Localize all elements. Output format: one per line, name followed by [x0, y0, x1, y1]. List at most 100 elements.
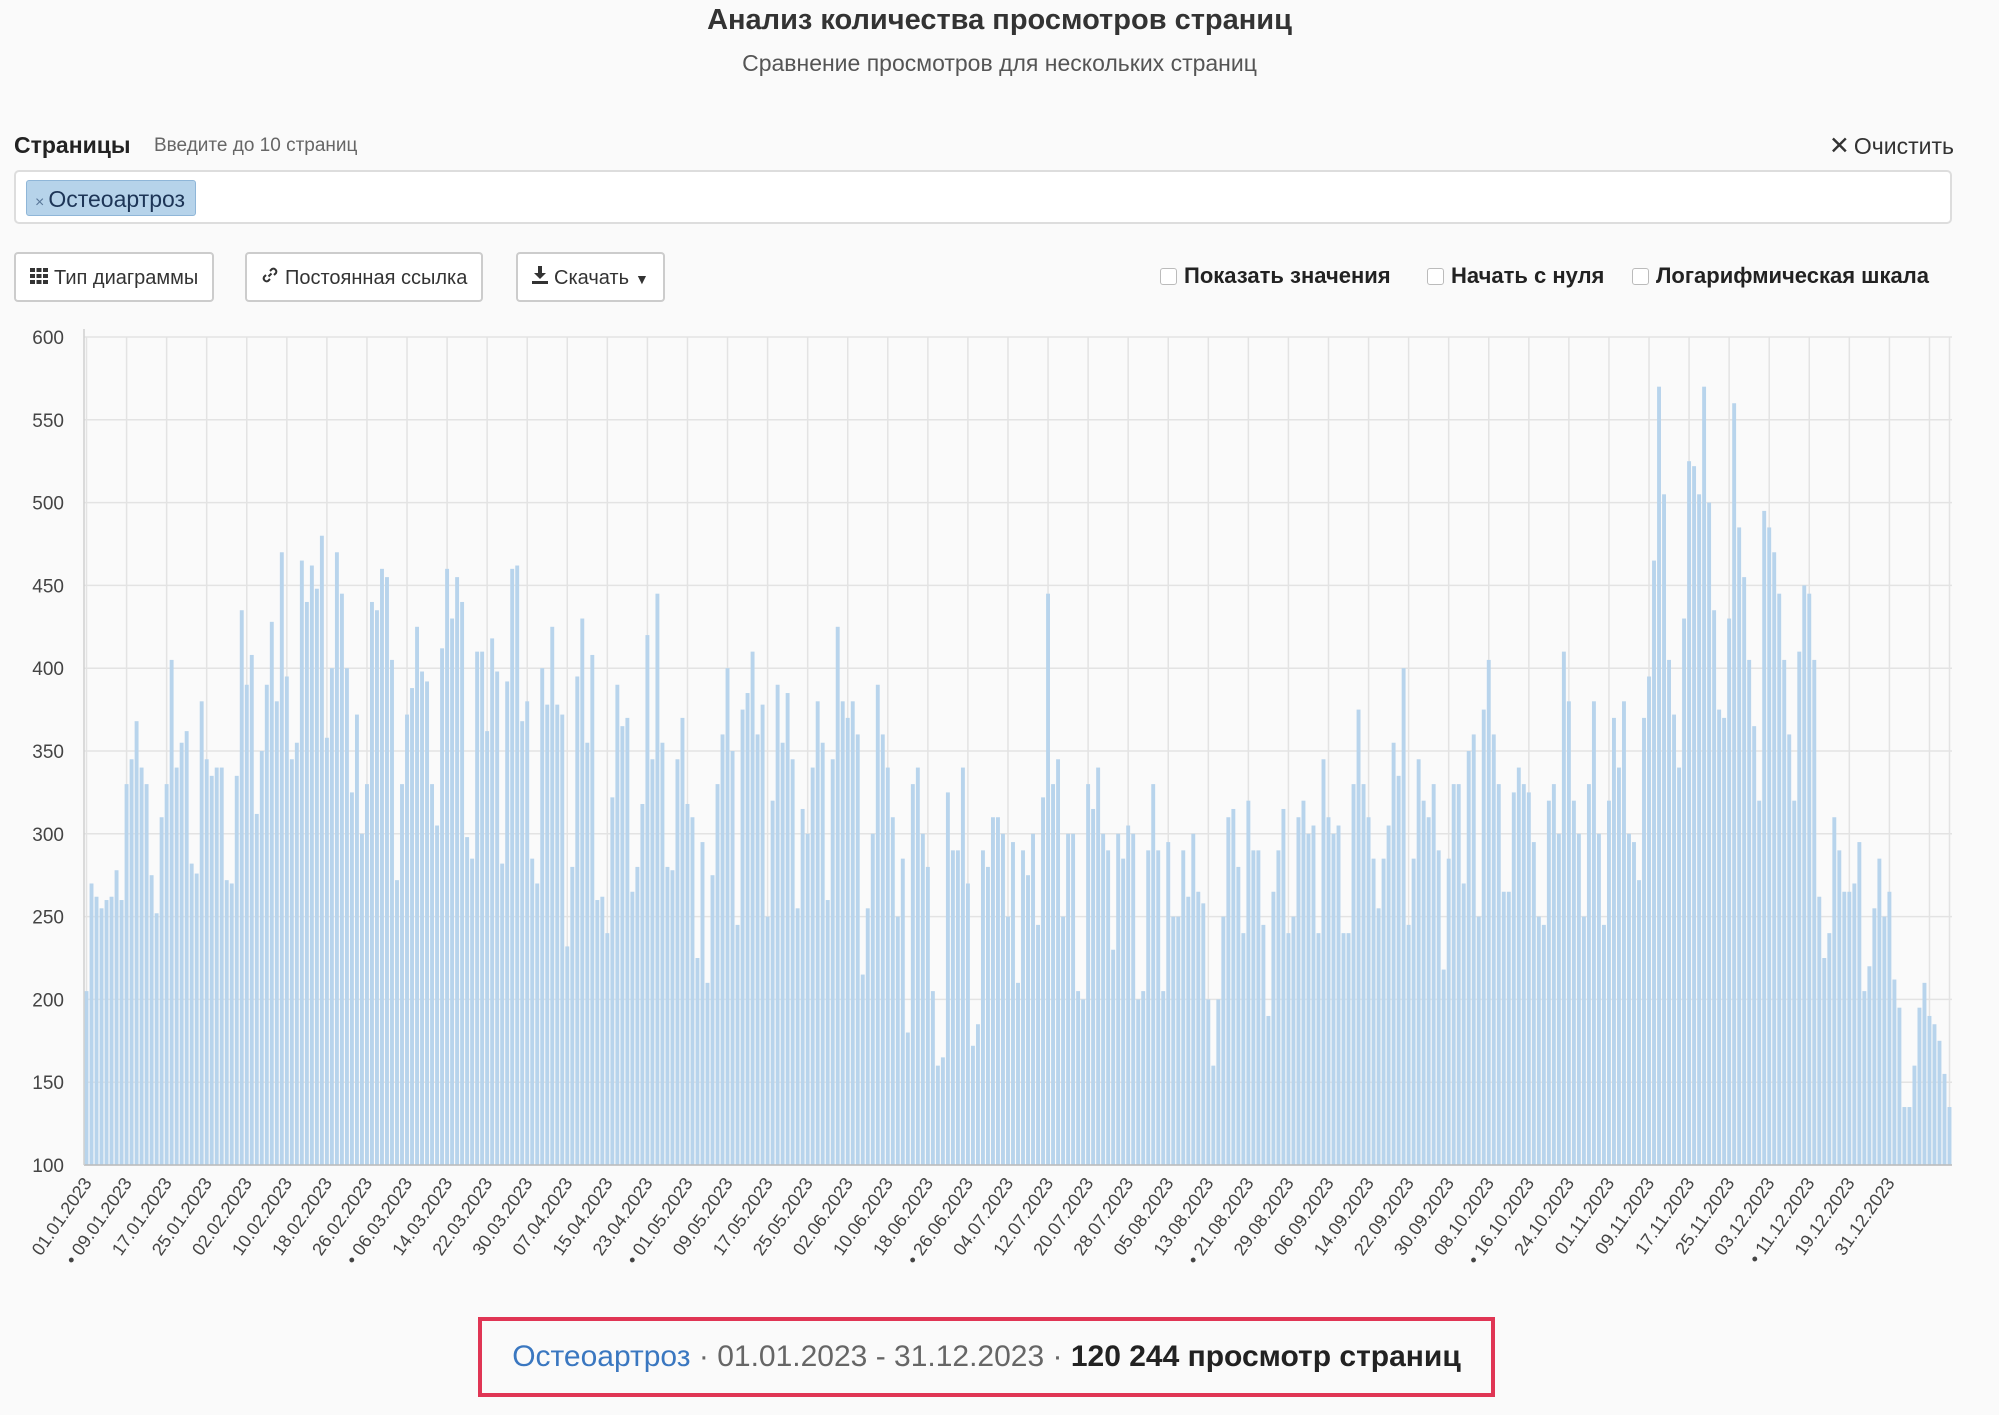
chart-bar	[1306, 833, 1311, 1165]
log-scale-checkbox[interactable]: Логарифмическая шкала	[1632, 263, 1929, 289]
chart-bar	[1506, 891, 1511, 1165]
chart-bar	[1637, 880, 1641, 1165]
chart-bar	[1161, 991, 1166, 1165]
chart-bar	[480, 651, 485, 1165]
chart-bar	[1046, 593, 1051, 1165]
chart-bar	[1827, 933, 1832, 1165]
chart-bar	[955, 850, 960, 1165]
chart-bar	[1086, 784, 1091, 1165]
pages-input[interactable]: × Остеоартроз	[14, 170, 1952, 224]
chart-bar	[1206, 999, 1211, 1165]
chart-bar	[445, 568, 450, 1165]
chart-bar	[420, 671, 424, 1165]
chart-bar	[1401, 668, 1406, 1165]
chart-bar	[730, 751, 735, 1165]
chart-bar	[219, 767, 224, 1165]
chart-bar	[715, 784, 720, 1165]
summary-page-link[interactable]: Остеоартроз	[512, 1340, 690, 1373]
chart-bar	[705, 982, 710, 1165]
remove-tag-icon[interactable]: ×	[35, 194, 44, 211]
chart-bar	[1361, 784, 1366, 1165]
chart-bar	[1356, 709, 1361, 1165]
chart-bar	[1742, 577, 1747, 1165]
chart-bar	[274, 701, 279, 1165]
link-icon	[261, 267, 279, 289]
chart-bar	[284, 676, 289, 1165]
chart-bar	[1887, 891, 1892, 1165]
summary-range: · 01.01.2023 - 31.12.2023 ·	[690, 1340, 1071, 1373]
chart-bar	[1141, 991, 1146, 1165]
chart-bar	[1536, 916, 1541, 1165]
chart-bar	[1632, 842, 1636, 1165]
chart-bar	[1271, 891, 1276, 1165]
chart-bar	[505, 681, 510, 1165]
chart-bar	[1036, 924, 1040, 1165]
chart-bar	[179, 742, 184, 1165]
chart-bar	[119, 900, 124, 1165]
chart-bar	[880, 734, 885, 1165]
chart-bar	[1657, 386, 1661, 1165]
chart-bar	[1852, 883, 1857, 1165]
chart-bar	[580, 618, 585, 1165]
chart-bar	[1797, 651, 1802, 1165]
chart-bar	[1702, 386, 1707, 1165]
chart-bar	[1947, 1107, 1952, 1165]
download-button[interactable]: Скачать ▼	[516, 252, 665, 302]
chart-bar	[319, 535, 324, 1165]
chart-bar	[700, 842, 705, 1165]
chart-bar	[1146, 850, 1151, 1165]
chart-bar	[525, 701, 530, 1165]
chart-bar	[1747, 659, 1752, 1165]
chart-bar	[144, 784, 149, 1165]
chart-bar	[199, 701, 204, 1165]
chart-bar	[925, 866, 930, 1165]
download-label: Скачать	[554, 267, 629, 289]
chart-bar	[1326, 817, 1331, 1165]
chart-bar	[495, 671, 500, 1165]
chart-bar	[1872, 908, 1877, 1165]
chart-bar	[1877, 858, 1882, 1165]
pages-hint: Введите до 10 страниц	[154, 135, 358, 156]
chart-bar	[1601, 924, 1606, 1165]
show-values-checkbox[interactable]: Показать значения	[1160, 263, 1391, 289]
checkbox-box[interactable]	[1427, 268, 1444, 285]
chart-bar	[139, 767, 144, 1165]
page-tag[interactable]: × Остеоартроз	[26, 180, 197, 216]
chart-bar	[635, 866, 640, 1165]
chart-bar	[1717, 709, 1722, 1165]
chart-bar	[690, 817, 695, 1165]
y-tick-label: 500	[32, 494, 64, 515]
chart-type-button[interactable]: Тип диаграммы	[14, 252, 215, 302]
chart-bar	[1652, 560, 1656, 1165]
chart-bar	[565, 946, 570, 1165]
chart-bar	[850, 701, 855, 1165]
chart-bar	[164, 784, 169, 1165]
chart-bar	[1231, 808, 1236, 1165]
chart-bar	[1251, 850, 1256, 1165]
chart-bar	[1341, 933, 1346, 1165]
chart-bar	[234, 775, 239, 1165]
chart-bar	[1391, 742, 1396, 1165]
checkbox-box[interactable]	[1632, 268, 1649, 285]
chart-bar	[935, 1065, 940, 1165]
chart-bar	[745, 693, 750, 1165]
chart-bar	[1151, 784, 1156, 1165]
chart-bar	[1091, 808, 1096, 1165]
chart-bar	[1662, 494, 1666, 1165]
page-tag-label: Остеоартроз	[48, 186, 186, 212]
chart-bar	[895, 916, 900, 1165]
chart-bar	[1782, 659, 1787, 1165]
checkbox-box[interactable]	[1160, 268, 1177, 285]
chart-bar	[1331, 833, 1336, 1165]
permalink-button[interactable]: Постоянная ссылка	[245, 252, 484, 302]
clear-button[interactable]: ✕ Очистить	[1829, 131, 1954, 161]
start-from-zero-checkbox[interactable]: Начать с нуля	[1427, 263, 1604, 289]
chart-bar	[339, 593, 344, 1165]
chart-bar	[1682, 618, 1687, 1165]
chart-bar	[1531, 842, 1536, 1165]
chart-bar	[84, 991, 89, 1165]
chart-bar	[760, 704, 765, 1165]
chart-bar	[244, 684, 249, 1165]
chart-bar	[214, 767, 219, 1165]
chart-bar	[910, 784, 915, 1165]
